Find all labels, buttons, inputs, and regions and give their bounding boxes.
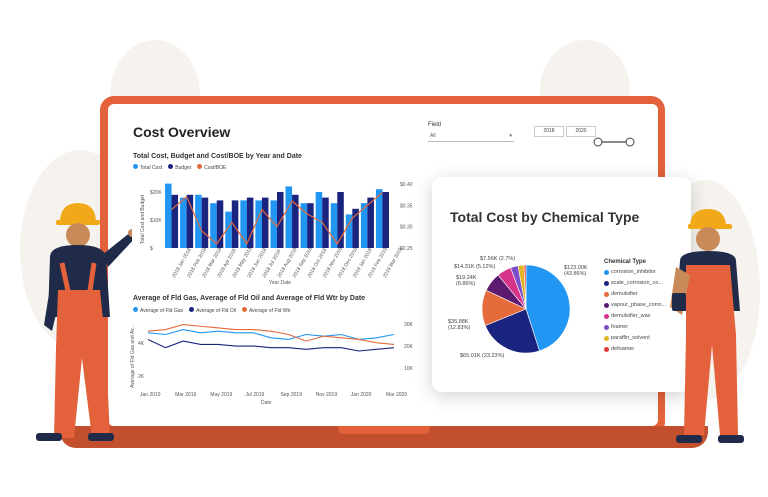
- chevron-down-icon: ▾: [509, 133, 512, 139]
- bar-budget: [307, 203, 314, 248]
- legend-swatch: [604, 302, 609, 308]
- legend-item[interactable]: foamer: [604, 324, 628, 330]
- y2-tick-label: 30K: [404, 322, 414, 328]
- y-axis-label: Total Cost and Budget: [140, 194, 146, 244]
- y2-tick-label: $0.40: [400, 182, 413, 188]
- legend-swatch: [604, 291, 609, 297]
- bar-budget: [292, 194, 299, 248]
- legend-swatch: [604, 313, 609, 319]
- pie-label: $19.24K (6.86%): [456, 275, 477, 287]
- x-tick-label: May 2019: [210, 392, 232, 398]
- y2-tick-label: 20K: [404, 344, 414, 350]
- filter-label: Field: [428, 122, 442, 128]
- pie-label: $35.88K (12.83%): [448, 319, 471, 331]
- legend-item[interactable]: vapour_phase_corro...: [604, 302, 666, 308]
- y2-tick-label: $0.30: [400, 225, 413, 231]
- bar-total-cost: [285, 186, 293, 248]
- legend-item[interactable]: scale_corrosion_co...: [604, 280, 663, 286]
- bar-total-cost: [180, 197, 187, 248]
- x-tick-label: Jul 2019: [245, 392, 264, 398]
- slider-handle-end: [625, 137, 635, 147]
- bar-chart: $20K $10K $ Total Cost and Budget $0.40 $0.35…: [140, 182, 413, 286]
- legend-swatch: [604, 280, 609, 286]
- y-tick-label: 2K: [138, 374, 145, 380]
- laptop-notch: [338, 426, 430, 434]
- x-tick-label: Mar 2019: [175, 392, 196, 398]
- y-tick-label: 4K: [138, 341, 145, 347]
- pie-chart-title: Total Cost by Chemical Type: [450, 209, 640, 225]
- legend-item[interactable]: paraffin_solvent: [604, 335, 650, 341]
- year-start-input[interactable]: 2018: [534, 126, 564, 137]
- y-tick-label: $: [150, 246, 153, 252]
- chart2-title: Average of Fld Gas, Average of Fld Oil a…: [133, 295, 366, 302]
- pie-label: $7.56K (2.7%): [480, 256, 516, 262]
- legend-item[interactable]: corrosion_inhibitor: [604, 269, 656, 275]
- x-axis-label: Date: [261, 400, 272, 406]
- bar-total-cost: [255, 200, 262, 248]
- legend-label: foamer: [611, 324, 629, 330]
- pie-chart: [481, 264, 571, 354]
- year-range-slider[interactable]: [592, 136, 638, 148]
- y-tick-label: $20K: [150, 190, 162, 196]
- field-filter-dropdown[interactable]: All ▾: [428, 131, 514, 142]
- bar-budget: [382, 192, 389, 248]
- y2-tick-label: $0.35: [400, 203, 413, 209]
- legend-title: Chemical Type: [604, 259, 646, 265]
- bar-budget: [171, 194, 179, 248]
- legend-swatch: [604, 269, 609, 275]
- pie-label: $123.00K (43.86%): [564, 265, 588, 277]
- legend-swatch: [604, 335, 609, 341]
- legend-label: vapour_phase_corro...: [611, 302, 667, 308]
- x-tick-label: Mar 2020: [386, 392, 407, 398]
- worker-right-illustration: [670, 209, 744, 443]
- x-tick-label: Nov 2019: [316, 392, 338, 398]
- bar-budget: [337, 192, 344, 248]
- y2-tick-label: 10K: [404, 366, 414, 372]
- legend-label: demulsifier_wax: [611, 313, 651, 319]
- filter-value: All: [430, 133, 436, 139]
- legend-label: corrosion_inhibitor: [611, 269, 656, 275]
- chart1-title: Total Cost, Budget and Cost/BOE by Year …: [133, 153, 302, 160]
- bar-budget: [201, 197, 209, 248]
- bar-total-cost: [330, 203, 338, 248]
- legend-item[interactable]: defoamer: [604, 346, 634, 352]
- legend-label: defoamer: [611, 346, 635, 352]
- line-chart: 4K2KAverage of Fld Gas and Av... 30K20K10…: [130, 322, 414, 406]
- x-tick-label: Jan 2020: [351, 392, 372, 398]
- legend-item[interactable]: demulsifier: [604, 291, 638, 297]
- legend-label: demulsifier: [611, 291, 638, 297]
- x-axis-label: Year Date: [269, 280, 291, 286]
- x-tick-label: Sep 2019: [281, 392, 303, 398]
- worker-left-illustration: [36, 203, 132, 441]
- legend-swatch: [604, 324, 609, 330]
- bar-total-cost: [165, 183, 172, 248]
- bar-total-cost: [195, 194, 202, 248]
- legend-label: paraffin_solvent: [611, 335, 650, 341]
- legend-label: scale_corrosion_co...: [611, 280, 663, 286]
- x-tick-label: Jan 2019: [140, 392, 161, 398]
- bar-total-cost: [270, 200, 277, 248]
- pie-label: $65.01K (23.23%): [460, 353, 505, 359]
- slider-handle-start: [593, 137, 603, 147]
- y-tick-label: $10K: [150, 218, 162, 224]
- legend-item[interactable]: demulsifier_wax: [604, 313, 650, 319]
- pie-label: $14.31K (5.12%): [454, 264, 496, 270]
- pie-chart-card: Total Cost by Chemical Type $123.00K (43…: [432, 177, 691, 392]
- bar-total-cost: [240, 200, 247, 248]
- bar-budget: [261, 197, 269, 248]
- series-line: [147, 338, 395, 352]
- legend-swatch: [604, 346, 609, 352]
- page-title: Cost Overview: [133, 124, 231, 140]
- bar-budget: [216, 200, 224, 248]
